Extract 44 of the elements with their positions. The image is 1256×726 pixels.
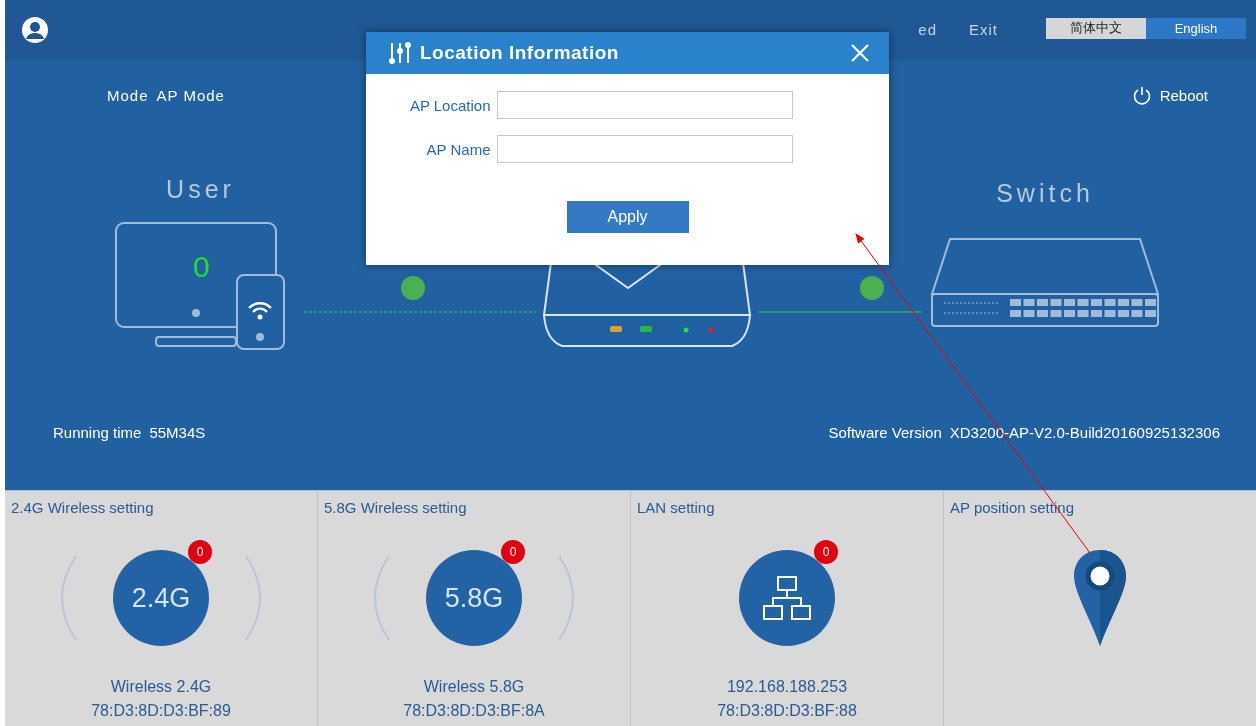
software-version-value: XD3200-AP-V2.0-Build20160925132306 [949,424,1220,441]
card-name: 192.168.188.253 [726,678,848,696]
software-version-label: Software Version [828,424,942,441]
user-count: 0 [193,250,210,284]
count-badge: 0 [501,540,525,564]
close-icon [851,44,869,62]
network-switch-icon [930,236,1160,328]
card-title: LAN setting [637,499,715,516]
monitor-phone-icon [113,220,288,352]
card-name: Wireless 2.4G [110,678,212,696]
setting-card[interactable]: LAN setting 0 192.168.188.253 78:D3:8D:D3:BF:88 [631,491,944,726]
nav-link[interactable]: ed [918,20,937,38]
mac-address: 78:D3:8D:D3:BF:8A [403,702,545,720]
mode-value: AP Mode [156,86,225,104]
map-pin-icon [1072,548,1128,648]
input-field[interactable] [496,91,793,119]
power-icon [1131,85,1152,105]
network-tree-icon [762,575,812,621]
user-label: User [166,175,235,204]
close-button[interactable] [851,44,869,62]
mode-label: Mode [107,86,149,104]
field-label: AP Location [408,96,491,114]
reboot-button[interactable]: Reboot [1131,85,1208,105]
card-title: 5.8G Wireless setting [324,499,467,516]
switch-label: Switch [996,179,1094,208]
card-name: Wireless 5.8G [423,678,525,696]
mac-address: 78:D3:8D:D3:BF:89 [91,702,231,720]
running-time-value: 55M34S [149,424,206,441]
setting-card[interactable]: 2.4G Wireless setting 2.4G 0 Wireless 2.4G 78:D3:8D:D3:BF:89 [5,491,318,726]
mac-address: 78:D3:8D:D3:BF:88 [717,702,857,720]
running-time-label: Running time [53,424,142,441]
sliders-icon [388,41,412,65]
field-label: AP Name [425,140,491,158]
count-badge: 0 [188,540,212,564]
card-title: 2.4G Wireless setting [11,499,154,516]
language-tab[interactable]: English [1146,17,1246,39]
apply-button[interactable]: Apply [566,201,689,233]
count-badge: 0 [814,540,838,564]
language-tab[interactable]: 简体中文 [1046,17,1146,39]
nav-link[interactable]: Exit [969,20,998,38]
avatar-icon [21,16,49,44]
dialog-title: Location Information [420,42,619,64]
input-field[interactable] [496,135,793,163]
setting-card[interactable]: 5.8G Wireless setting 5.8G 0 Wireless 5.8G 78:D3:8D:D3:BF:8A [318,491,631,726]
